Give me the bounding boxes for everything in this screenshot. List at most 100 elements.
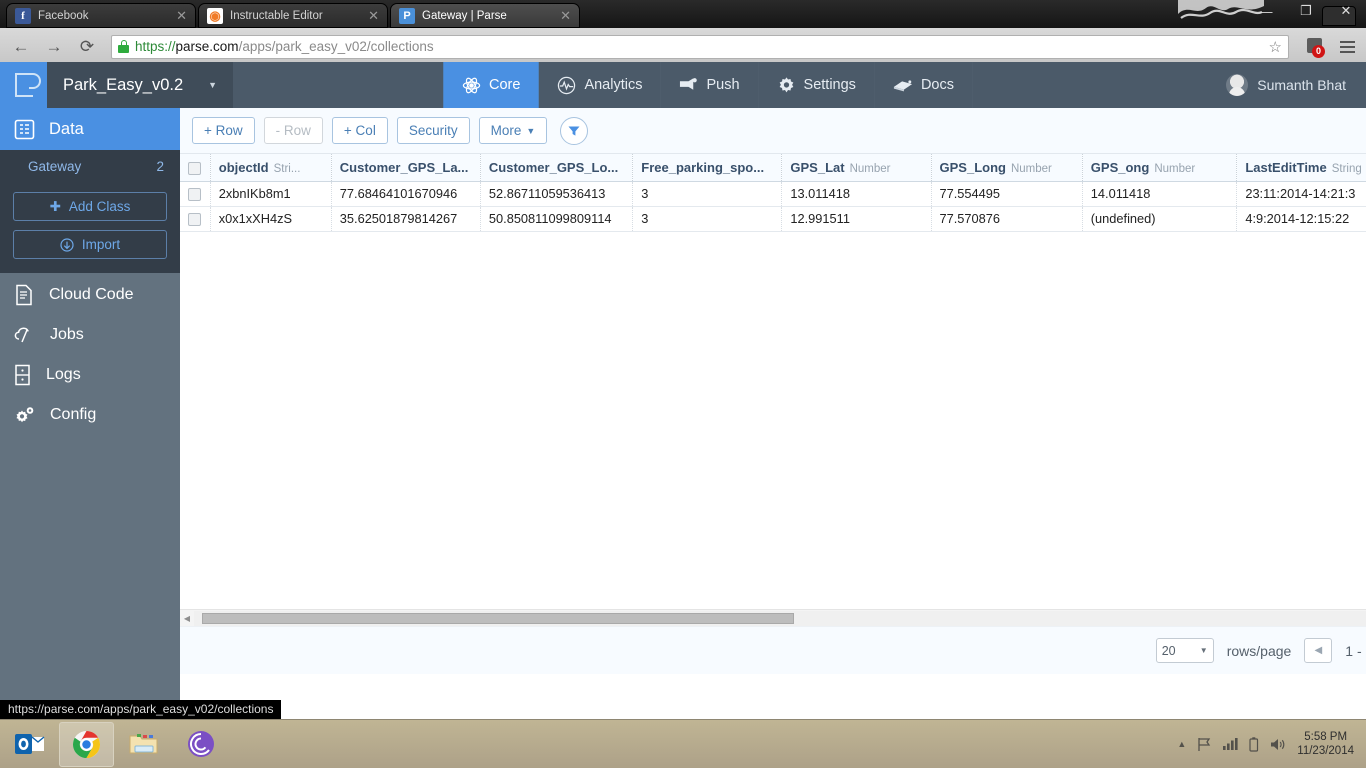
clock[interactable]: 5:58 PM 11/23/2014 — [1297, 730, 1354, 758]
lock-icon — [118, 40, 129, 53]
cloud-jobs-icon — [14, 327, 29, 343]
cell-customer-gps-long[interactable]: 50.850811099809114 — [480, 206, 634, 232]
close-icon[interactable]: ✕ — [170, 8, 187, 24]
reload-icon[interactable]: ⟳ — [74, 34, 100, 60]
nav-push[interactable]: Push — [661, 62, 759, 108]
book-icon — [893, 79, 913, 91]
cell-gps-lat[interactable]: 12.991511 — [781, 206, 932, 232]
nav-settings[interactable]: Settings — [759, 62, 875, 108]
extension-icon[interactable]: 0 — [1304, 36, 1325, 58]
cell-customer-gps-lat[interactable]: 35.62501879814267 — [331, 206, 481, 232]
browser-tab-gateway-parse[interactable]: P Gateway | Parse ✕ — [390, 3, 580, 28]
horizontal-scrollbar[interactable]: ◀ ▶ — [180, 609, 1366, 626]
remove-row-button[interactable]: - Row — [263, 117, 323, 144]
app-selector[interactable]: Park_Easy_v0.2 ▼ — [47, 62, 233, 108]
browser-tab-facebook[interactable]: f Facebook ✕ — [6, 3, 196, 28]
bittorrent-icon — [187, 731, 214, 757]
scroll-left-icon[interactable]: ◀ — [180, 614, 194, 623]
nav-analytics[interactable]: Analytics — [539, 62, 662, 108]
col-label: Free_parking_spo... — [641, 159, 765, 175]
add-col-button[interactable]: + Col — [331, 117, 388, 144]
table-toolbar: + Row - Row + Col Security More ▼ — [180, 108, 1366, 154]
security-button[interactable]: Security — [396, 117, 470, 144]
taskbar-explorer[interactable] — [116, 722, 171, 767]
forward-icon[interactable]: → — [41, 34, 67, 60]
pagination-bar: 20 ▼ rows/page ◀ 1 - 2 of 2 rows ▶ — [180, 626, 1366, 674]
data-table-wrapper: objectId Stri... Customer_GPS_La... Custo… — [180, 154, 1366, 609]
cell-free-parking-spots[interactable]: 3 — [632, 181, 783, 207]
add-row-button[interactable]: + Row — [192, 117, 255, 144]
restore-button[interactable]: ❐ — [1286, 0, 1326, 22]
cell-gps-lat[interactable]: 13.011418 — [781, 181, 932, 207]
import-label: Import — [81, 237, 121, 252]
col-customer-gps-lat[interactable]: Customer_GPS_La... — [331, 154, 481, 182]
sidebar-item-config[interactable]: Config — [0, 395, 180, 435]
row-checkbox[interactable] — [188, 213, 202, 227]
taskbar-bittorrent[interactable] — [173, 722, 228, 767]
select-all-checkbox[interactable] — [188, 161, 202, 175]
chrome-menu-icon[interactable] — [1336, 40, 1358, 53]
sidebar-item-data[interactable]: Data — [0, 108, 180, 150]
col-lasteditime[interactable]: LastEditTime String — [1236, 154, 1366, 182]
cell-customer-gps-lat[interactable]: 77.68464101670946 — [331, 181, 481, 207]
more-button[interactable]: More ▼ — [478, 117, 548, 144]
row-select-cell[interactable] — [180, 181, 211, 207]
cell-customer-gps-long[interactable]: 52.86711059536413 — [480, 181, 634, 207]
select-all-header[interactable] — [180, 154, 211, 182]
col-free-parking-spots[interactable]: Free_parking_spo... — [632, 154, 783, 182]
cell-gps-ong[interactable]: (undefined) — [1082, 206, 1238, 232]
taskbar-chrome[interactable] — [59, 721, 114, 767]
nav-core[interactable]: Core — [443, 62, 540, 108]
cell-gps-long[interactable]: 77.554495 — [931, 181, 1083, 207]
hscroll-track[interactable] — [194, 610, 1366, 626]
filter-button[interactable] — [560, 116, 589, 145]
bookmark-star-icon[interactable]: ☆ — [1269, 38, 1282, 56]
table-row[interactable]: x0x1xXH4zS 35.62501879814267 50.85081109… — [180, 206, 1366, 232]
col-gps-long[interactable]: GPS_Long Number — [931, 154, 1083, 182]
show-hidden-icons-button[interactable]: ▲ — [1177, 739, 1186, 749]
cell-lasteditime[interactable]: 4:9:2014-12:15:22 — [1236, 206, 1366, 232]
cell-objectid[interactable]: x0x1xXH4zS — [210, 206, 332, 232]
row-select-cell[interactable] — [180, 206, 211, 232]
network-icon[interactable] — [1223, 737, 1238, 751]
row-checkbox[interactable] — [188, 188, 202, 202]
sidebar-item-jobs[interactable]: Jobs — [0, 315, 180, 355]
col-label: GPS_ong — [1090, 159, 1150, 175]
tab-title: Facebook — [38, 9, 89, 22]
cell-gps-ong[interactable]: 14.011418 — [1082, 181, 1238, 207]
back-icon[interactable]: ← — [8, 34, 34, 60]
sidebar-item-cloud-code[interactable]: Cloud Code — [0, 275, 180, 315]
col-type: Number — [1154, 162, 1196, 175]
hscroll-thumb[interactable] — [202, 612, 794, 624]
col-customer-gps-long[interactable]: Customer_GPS_Lo... — [480, 154, 634, 182]
prev-page-button[interactable]: ◀ — [1304, 638, 1333, 663]
app-body: Data Gateway 2 ✚ Add Class Import Cloud … — [0, 108, 1366, 768]
col-gps-ong[interactable]: GPS_ong Number — [1082, 154, 1238, 182]
nav-docs[interactable]: Docs — [875, 62, 973, 108]
rows-per-page-select[interactable]: 20 ▼ — [1155, 638, 1214, 663]
battery-icon[interactable] — [1249, 736, 1259, 752]
cell-gps-long[interactable]: 77.570876 — [931, 206, 1083, 232]
add-class-button[interactable]: ✚ Add Class — [13, 192, 167, 221]
cell-lasteditime[interactable]: 23:11:2014-14:21:3 — [1236, 181, 1366, 207]
sidebar-item-logs[interactable]: Logs — [0, 355, 180, 395]
import-button[interactable]: Import — [13, 230, 167, 259]
user-menu[interactable]: Sumanth Bhat — [1226, 62, 1346, 108]
close-window-button[interactable]: ✕ — [1326, 0, 1366, 22]
browser-tab-instructable-editor[interactable]: ◉ Instructable Editor ✕ — [198, 3, 388, 28]
table-row[interactable]: 2xbnIKb8m1 77.68464101670946 52.86711059… — [180, 181, 1366, 207]
close-icon[interactable]: ✕ — [554, 8, 571, 24]
minimize-button[interactable]: — — [1246, 0, 1286, 22]
address-bar[interactable]: https://parse.com/apps/park_easy_v02/col… — [111, 34, 1289, 59]
close-icon[interactable]: ✕ — [362, 8, 379, 24]
sidebar-class-gateway[interactable]: Gateway 2 — [0, 150, 180, 182]
flag-icon[interactable] — [1197, 737, 1212, 752]
col-gps-lat[interactable]: GPS_Lat Number — [781, 154, 932, 182]
document-icon — [16, 284, 32, 306]
taskbar-outlook[interactable] — [2, 722, 57, 767]
cell-free-parking-spots[interactable]: 3 — [632, 206, 783, 232]
cell-objectid[interactable]: 2xbnIKb8m1 — [210, 181, 332, 207]
parse-logo[interactable] — [0, 62, 47, 108]
volume-icon[interactable] — [1270, 737, 1286, 752]
col-objectid[interactable]: objectId Stri... — [210, 154, 332, 182]
